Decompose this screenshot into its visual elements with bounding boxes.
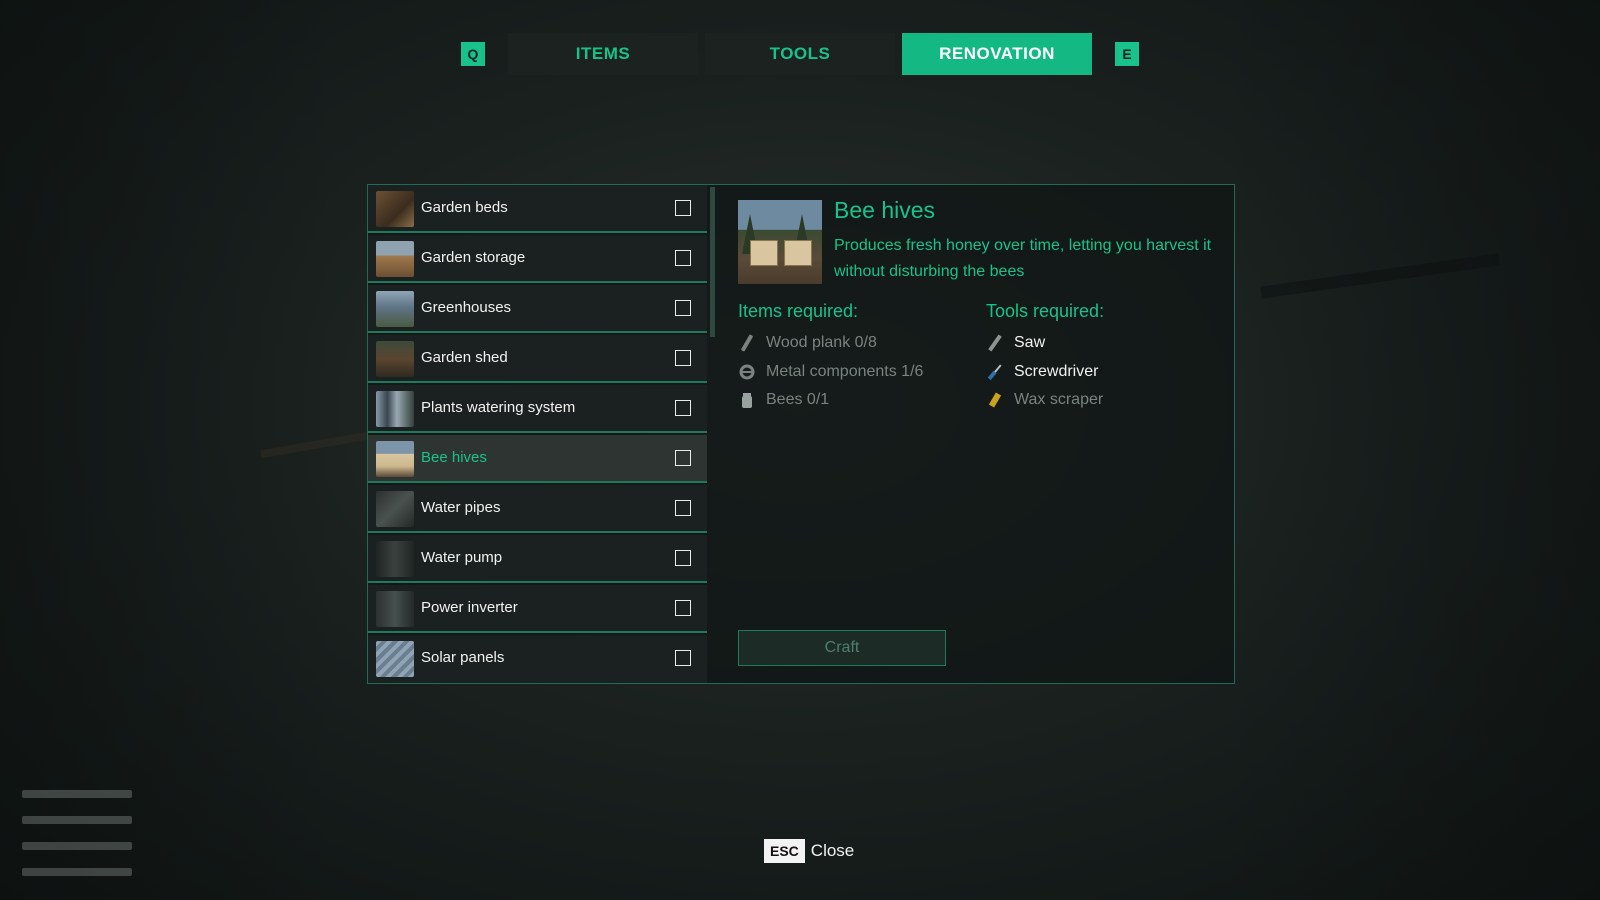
required-tool: Screwdriver bbox=[986, 360, 1098, 384]
track-checkbox[interactable] bbox=[675, 250, 691, 266]
garden-storage-thumbnail bbox=[376, 241, 414, 277]
track-checkbox[interactable] bbox=[675, 550, 691, 566]
list-item[interactable]: Garden storage bbox=[368, 235, 707, 283]
required-item: Wood plank 0/8 bbox=[738, 331, 877, 355]
list-item[interactable]: Water pump bbox=[368, 535, 707, 583]
list-item-label: Power inverter bbox=[421, 599, 518, 616]
tab-items[interactable]: ITEMS bbox=[508, 33, 698, 75]
metal-components-icon bbox=[739, 364, 755, 380]
required-item-label: Wood plank 0/8 bbox=[766, 334, 877, 351]
recipe-list: Garden beds Garden storage Greenhouses G… bbox=[368, 185, 715, 683]
required-item: Metal components 1/6 bbox=[738, 360, 923, 384]
craft-button[interactable]: Craft bbox=[738, 630, 946, 666]
prev-tab-key[interactable]: Q bbox=[461, 42, 485, 66]
hud-line bbox=[22, 790, 132, 798]
list-item[interactable]: Garden shed bbox=[368, 335, 707, 383]
list-item-label: Water pipes bbox=[421, 499, 501, 516]
water-pump-thumbnail bbox=[376, 541, 414, 577]
track-checkbox[interactable] bbox=[675, 300, 691, 316]
required-tool-label: Wax scraper bbox=[1014, 391, 1104, 408]
crafting-panel: Garden beds Garden storage Greenhouses G… bbox=[367, 184, 1235, 684]
background-shadow-right bbox=[1220, 0, 1600, 900]
plants-watering-system-thumbnail bbox=[376, 391, 414, 427]
garden-shed-thumbnail bbox=[376, 341, 414, 377]
power-inverter-thumbnail bbox=[376, 591, 414, 627]
track-checkbox[interactable] bbox=[675, 650, 691, 666]
list-item[interactable]: Plants watering system bbox=[368, 385, 707, 433]
wax-scraper-icon bbox=[988, 392, 1002, 408]
list-item-label: Garden beds bbox=[421, 199, 508, 216]
tab-tools[interactable]: TOOLS bbox=[705, 33, 895, 75]
track-checkbox[interactable] bbox=[675, 200, 691, 216]
bee-hives-image bbox=[738, 200, 822, 284]
hud-line bbox=[22, 868, 132, 876]
list-item[interactable]: Water pipes bbox=[368, 485, 707, 533]
wood-plank-icon bbox=[741, 334, 753, 352]
track-checkbox[interactable] bbox=[675, 600, 691, 616]
hive-shape bbox=[750, 240, 778, 266]
list-item[interactable]: Greenhouses bbox=[368, 285, 707, 333]
required-item-label: Bees 0/1 bbox=[766, 391, 830, 408]
close-label[interactable]: Close bbox=[811, 841, 854, 861]
list-item-label: Plants watering system bbox=[421, 399, 576, 416]
hud-hints-faded bbox=[22, 790, 132, 894]
next-tab-key[interactable]: E bbox=[1115, 42, 1139, 66]
close-hint[interactable]: ESC Close bbox=[764, 837, 854, 865]
solar-panels-thumbnail bbox=[376, 641, 414, 677]
garden-beds-thumbnail bbox=[376, 191, 414, 227]
hud-line bbox=[22, 816, 132, 824]
required-tool-label: Saw bbox=[1014, 334, 1046, 351]
recipe-detail: Bee hives Produces fresh honey over time… bbox=[716, 185, 1234, 683]
required-item-label: Metal components 1/6 bbox=[766, 363, 924, 380]
hive-shape bbox=[784, 240, 812, 266]
list-item[interactable]: Bee hives bbox=[368, 435, 707, 483]
required-tool-label: Screwdriver bbox=[1014, 363, 1099, 380]
list-item-label: Garden storage bbox=[421, 249, 526, 266]
saw-icon bbox=[988, 334, 1002, 352]
list-item-label: Greenhouses bbox=[421, 299, 512, 316]
list-item[interactable]: Solar panels bbox=[368, 635, 707, 683]
required-tool: Saw bbox=[986, 331, 1045, 355]
track-checkbox[interactable] bbox=[675, 500, 691, 516]
bee-hives-thumbnail bbox=[376, 441, 414, 477]
category-tabs: Q ITEMS TOOLS RENOVATION E bbox=[0, 33, 1600, 75]
items-required-heading: Items required: bbox=[738, 301, 859, 321]
list-scrollbar[interactable] bbox=[710, 187, 715, 337]
recipe-title: Bee hives bbox=[834, 197, 936, 223]
tools-required-heading: Tools required: bbox=[986, 301, 1105, 321]
track-checkbox[interactable] bbox=[675, 450, 691, 466]
list-item[interactable]: Garden beds bbox=[368, 185, 707, 233]
hud-line bbox=[22, 842, 132, 850]
required-item: Bees 0/1 bbox=[738, 388, 829, 412]
esc-key[interactable]: ESC bbox=[764, 839, 805, 863]
greenhouses-thumbnail bbox=[376, 291, 414, 327]
list-item-label: Water pump bbox=[421, 549, 503, 566]
list-item-label: Garden shed bbox=[421, 349, 508, 366]
required-tool: Wax scraper bbox=[986, 388, 1103, 412]
water-pipes-thumbnail bbox=[376, 491, 414, 527]
recipe-description: Produces fresh honey over time, letting … bbox=[834, 237, 1212, 280]
list-item-label: Solar panels bbox=[421, 649, 505, 666]
bees-jar-icon bbox=[742, 392, 752, 408]
track-checkbox[interactable] bbox=[675, 350, 691, 366]
tab-renovation[interactable]: RENOVATION bbox=[902, 33, 1092, 75]
screwdriver-icon bbox=[987, 364, 1002, 380]
list-item-label: Bee hives bbox=[421, 449, 487, 466]
list-item[interactable]: Power inverter bbox=[368, 585, 707, 633]
track-checkbox[interactable] bbox=[675, 400, 691, 416]
